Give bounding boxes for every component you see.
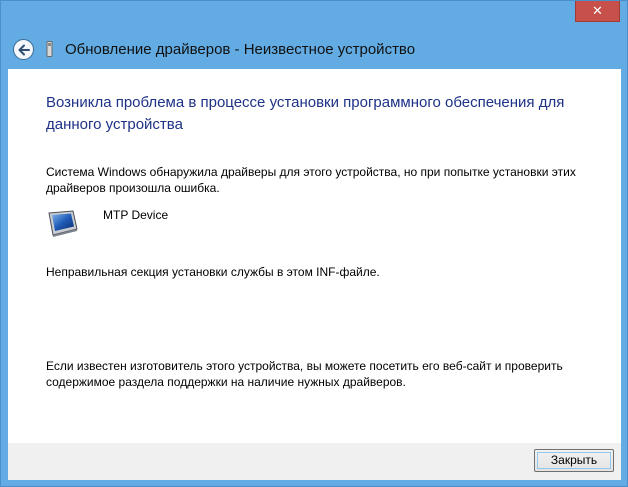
usb-device-icon	[46, 41, 53, 57]
title-bar: ✕	[1, 1, 627, 31]
window-close-button[interactable]: ✕	[575, 1, 620, 22]
mtp-device-icon	[48, 210, 78, 237]
help-text: Если известен изготовитель этого устройс…	[46, 359, 563, 389]
error-description: Система Windows обнаружила драйверы для …	[46, 165, 576, 195]
error-detail: Неправильная секция установки службы в э…	[46, 265, 380, 279]
dialog-window: ✕ Обновление драйверов - Неизвестное уст…	[0, 0, 628, 487]
focus-ring	[537, 452, 611, 469]
main-heading: Возникла проблема в процессе установки п…	[46, 94, 565, 133]
back-button[interactable]	[13, 39, 34, 60]
dialog-footer: Закрыть	[8, 443, 621, 480]
close-dialog-button[interactable]: Закрыть	[534, 449, 614, 472]
wizard-header: Обновление драйверов - Неизвестное устро…	[1, 31, 627, 69]
back-arrow-icon	[18, 44, 30, 56]
header-title: Обновление драйверов - Неизвестное устро…	[65, 41, 416, 58]
device-name: MTP Device	[103, 208, 169, 222]
close-icon: ✕	[592, 3, 603, 19]
content-panel: Возникла проблема в процессе установки п…	[8, 69, 621, 443]
